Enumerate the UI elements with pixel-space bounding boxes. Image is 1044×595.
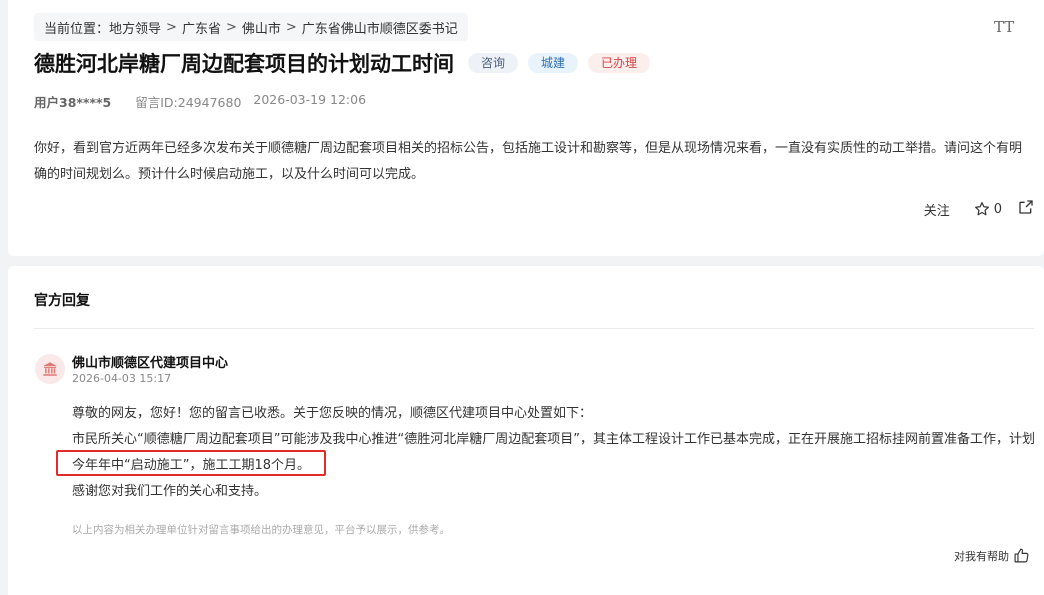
star-button[interactable]: 0 xyxy=(974,201,1002,217)
breadcrumb-item-province[interactable]: 广东省 xyxy=(182,18,221,37)
message-id: 留言ID:24947680 xyxy=(135,95,242,110)
breadcrumb-prefix: 当前位置： xyxy=(44,21,110,37)
divider xyxy=(34,328,1034,329)
font-size-icon[interactable]: TT xyxy=(994,18,1014,36)
follow-button[interactable]: 关注 xyxy=(924,200,950,219)
reply-line: 感谢您对我们工作的关心和支持。 xyxy=(72,484,268,499)
official-reply-heading: 官方回复 xyxy=(34,293,90,309)
tag-consult: 咨询 xyxy=(468,53,519,73)
message-content: 你好，看到官方近两年已经多次发布关于顺德糖厂周边配套项目相关的招标公告，包括施工… xyxy=(34,141,1023,182)
government-building-icon xyxy=(43,362,57,376)
username: 用户38****5 xyxy=(34,95,112,110)
breadcrumb-item-secretary[interactable]: 广东省佛山市顺德区委书记 xyxy=(302,18,458,37)
share-button[interactable] xyxy=(1018,199,1034,219)
helpful-label: 对我有帮助 xyxy=(954,549,1009,563)
message-datetime: 2026-03-19 12:06 xyxy=(253,92,367,107)
breadcrumb-item-city[interactable]: 佛山市 xyxy=(242,18,281,37)
breadcrumb-separator: > xyxy=(166,19,177,35)
avatar xyxy=(35,354,65,384)
reply-line: 尊敬的网友，您好！您的留言已收悉。关于您反映的情况，顺德区代建项目中心处置如下： xyxy=(72,406,593,421)
breadcrumb-separator: > xyxy=(225,19,237,35)
breadcrumb-separator: > xyxy=(285,19,297,35)
reply-org-name: 佛山市顺德区代建项目中心 xyxy=(72,356,229,371)
status-badge: 已办理 xyxy=(588,53,651,73)
reply-time: 2026-04-03 15:17 xyxy=(72,372,172,385)
message-actions: 关注 0 xyxy=(924,199,1034,219)
helpful-button[interactable]: 对我有帮助 xyxy=(954,547,1030,564)
title-row: 德胜河北岸糖厂周边配套项目的计划动工时间 咨询 城建 已办理 xyxy=(34,47,660,79)
star-icon xyxy=(974,202,989,216)
page-title: 德胜河北岸糖厂周边配套项目的计划动工时间 xyxy=(34,52,454,76)
tag-urban-construction: 城建 xyxy=(528,53,579,73)
message-meta: 用户38****5 留言ID:24947680 2026-03-19 12:06 xyxy=(34,92,366,111)
breadcrumb: 当前位置： 地方领导 > 广东省 > 佛山市 > 广东省佛山市顺德区委书记 xyxy=(34,13,468,41)
thumbs-up-icon xyxy=(1014,548,1029,563)
disclaimer: 以上内容为相关办理单位针对留言事项给出的办理意见，平台予以展示，供参考。 xyxy=(72,524,450,536)
star-count: 0 xyxy=(993,201,1002,217)
breadcrumb-item-leaders[interactable]: 地方领导 xyxy=(109,18,161,37)
highlight-box xyxy=(56,450,326,476)
share-icon xyxy=(1019,200,1033,214)
